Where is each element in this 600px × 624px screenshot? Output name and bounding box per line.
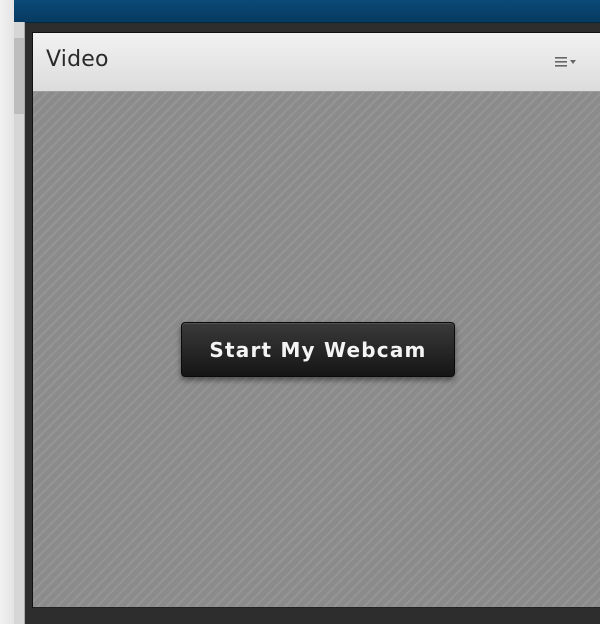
left-gutter	[0, 0, 15, 624]
start-webcam-button[interactable]: Start My Webcam	[181, 322, 455, 377]
pod-options-menu-icon[interactable]	[554, 53, 580, 71]
video-area: Start My Webcam	[33, 92, 600, 608]
pod-bottom-frame	[25, 608, 600, 624]
video-pod: Video Start My Webcam	[32, 32, 600, 608]
left-panel-header-edge	[14, 38, 24, 114]
left-panel-edge	[14, 22, 25, 624]
pod-header: Video	[33, 33, 600, 92]
pod-title: Video	[46, 47, 109, 72]
top-bar	[14, 0, 600, 23]
